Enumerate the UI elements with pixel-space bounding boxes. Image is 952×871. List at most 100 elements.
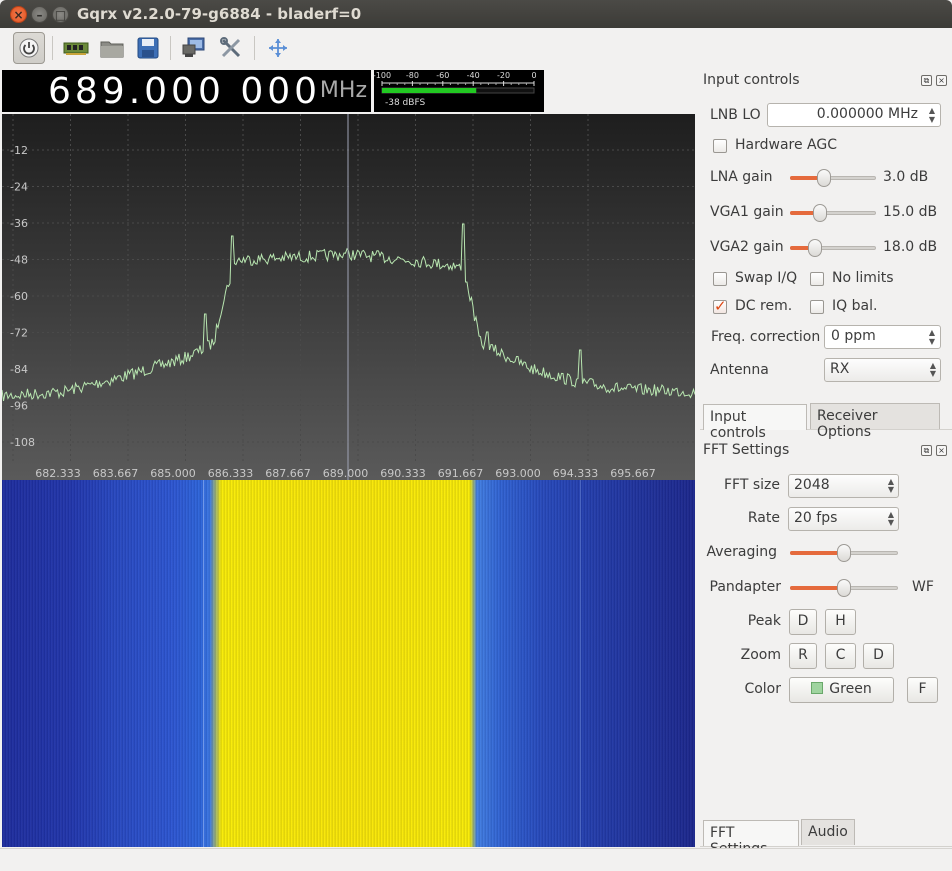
spinner-arrows-icon[interactable]: ▲ ▼ — [927, 106, 937, 124]
rate-value: 20 fps — [794, 510, 838, 526]
x-axis-tick-label: 693.000 — [495, 467, 541, 480]
combo-arrows-icon: ▲ ▼ — [887, 477, 894, 494]
x-axis-tick-label: 694.333 — [553, 467, 599, 480]
freq-correction-input[interactable]: 0 ppm ▲ ▼ — [824, 325, 941, 349]
signal-level-bar — [382, 88, 477, 93]
lnb-lo-input[interactable]: 0.000000 MHz ▲ ▼ — [767, 103, 941, 127]
lnb-lo-label: LNB LO — [710, 107, 761, 123]
pandapter-slider[interactable] — [790, 579, 898, 597]
fft-size-select[interactable]: 2048 ▲ ▼ — [788, 474, 899, 498]
color-swatch — [811, 682, 824, 694]
iq-bal-checkbox[interactable] — [810, 300, 824, 314]
toolbar-separator — [170, 36, 171, 60]
window-title: Gqrx v2.2.0-79-g6884 - bladerf=0 — [77, 5, 362, 23]
fft-size-value: 2048 — [794, 477, 830, 493]
open-folder-icon — [100, 41, 124, 58]
vga1-gain-slider[interactable] — [790, 204, 876, 222]
x-axis-tick-label: 686.333 — [208, 467, 254, 480]
meter-tick-label: -60 — [436, 71, 449, 80]
meter-tick-label: -80 — [406, 71, 419, 80]
lna-gain-value: 3.0 dB — [883, 169, 929, 185]
antenna-label: Antenna — [710, 362, 769, 378]
float-dock-icon[interactable]: ⧉ — [921, 445, 932, 456]
combo-arrows-icon: ▲ ▼ — [929, 361, 936, 378]
vga1-gain-value: 15.0 dB — [883, 204, 938, 220]
save-settings-button[interactable] — [132, 32, 164, 64]
y-axis-tick-label: -36 — [10, 217, 28, 230]
tab-receiver-options[interactable]: Receiver Options — [810, 403, 940, 440]
swap-iq-checkbox[interactable] — [713, 272, 727, 286]
vga2-gain-value: 18.0 dB — [883, 239, 938, 255]
lna-gain-label: LNA gain — [710, 169, 773, 185]
minimize-window-button[interactable]: – — [31, 6, 48, 23]
window-titlebar: × – □ Gqrx v2.2.0-79-g6884 - bladerf=0 — [0, 0, 952, 28]
zoom-label: Zoom — [740, 647, 781, 663]
maximize-window-button[interactable]: □ — [52, 6, 69, 23]
antenna-value: RX — [830, 361, 850, 377]
swap-iq-label: Swap I/Q — [735, 270, 798, 286]
x-axis-tick-label: 685.000 — [150, 467, 196, 480]
io-devices-button[interactable] — [60, 32, 92, 64]
fullscreen-button[interactable] — [262, 32, 294, 64]
meter-tick-label: -100 — [374, 71, 391, 80]
freq-correction-value: 0 ppm — [831, 328, 876, 344]
close-dock-icon[interactable]: × — [936, 445, 947, 456]
close-dock-icon[interactable]: × — [936, 75, 947, 86]
lna-gain-slider[interactable] — [790, 169, 876, 187]
configure-button[interactable] — [215, 32, 247, 64]
tab-fft-settings[interactable]: FFT Settings — [703, 820, 799, 857]
waterfall-display[interactable] — [2, 480, 695, 847]
start-dsp-button[interactable] — [13, 32, 45, 64]
dc-rem-checkbox[interactable] — [713, 297, 727, 315]
remote-control-button[interactable] — [178, 32, 210, 64]
load-settings-button[interactable] — [96, 32, 128, 64]
peak-detect-button[interactable]: D — [789, 609, 817, 635]
fullscreen-icon — [269, 39, 287, 57]
y-axis-tick-label: -72 — [10, 327, 28, 340]
close-window-button[interactable]: × — [10, 6, 27, 23]
float-dock-icon[interactable]: ⧉ — [921, 75, 932, 86]
x-axis-tick-label: 689.000 — [323, 467, 369, 480]
toolbar-separator — [52, 36, 53, 60]
y-axis-tick-label: -48 — [10, 254, 28, 267]
no-limits-checkbox[interactable] — [810, 272, 824, 286]
color-picker-button[interactable]: Green — [789, 677, 894, 703]
zoom-center-button[interactable]: C — [825, 643, 856, 669]
color-value: Green — [829, 681, 872, 697]
tab-input-controls[interactable]: Input controls — [703, 404, 807, 441]
waterfall-trace — [203, 480, 204, 847]
peak-label: Peak — [747, 613, 781, 629]
y-axis-tick-label: -84 — [10, 363, 28, 376]
antenna-select[interactable]: RX ▲ ▼ — [824, 358, 941, 382]
fft-settings-title: FFT Settings — [703, 442, 790, 458]
y-axis-tick-label: -96 — [10, 400, 28, 413]
zoom-demod-button[interactable]: D — [863, 643, 894, 669]
vga1-gain-label: VGA1 gain — [710, 204, 784, 220]
save-icon — [137, 37, 159, 59]
fill-button[interactable]: F — [907, 677, 938, 703]
hardware-agc-checkbox[interactable] — [713, 139, 727, 153]
x-axis-tick-label: 691.667 — [438, 467, 484, 480]
zoom-reset-button[interactable]: R — [789, 643, 817, 669]
frequency-display[interactable]: 689.000 000 MHz — [2, 70, 371, 112]
lnb-lo-value: 0.000000 MHz — [816, 106, 918, 122]
power-icon — [19, 38, 39, 58]
no-limits-label: No limits — [832, 270, 894, 286]
meter-tick-label: -20 — [497, 71, 510, 80]
waterfall-trace — [580, 480, 581, 847]
spinner-arrows-icon[interactable]: ▲ ▼ — [927, 328, 937, 346]
vga2-gain-slider[interactable] — [790, 239, 876, 257]
pandapter-label: Pandapter — [709, 579, 781, 595]
spectrum-graph[interactable]: -12 -24 -36 -48 -60 -72 -84 -96 -108 682.333 683.… — [1, 114, 696, 480]
freq-correction-label: Freq. correction — [711, 329, 821, 345]
frequency-value[interactable]: 689.000 000 — [48, 71, 321, 112]
toolbar-separator — [254, 36, 255, 60]
x-axis-tick-label: 690.333 — [380, 467, 426, 480]
rate-select[interactable]: 20 fps ▲ ▼ — [788, 507, 899, 531]
peak-hold-button[interactable]: H — [825, 609, 856, 635]
tab-audio[interactable]: Audio — [801, 819, 855, 845]
averaging-slider[interactable] — [790, 544, 898, 562]
spectrum-plot[interactable]: -12 -24 -36 -48 -60 -72 -84 -96 -108 682.333 683.… — [1, 114, 696, 480]
network-icon — [182, 37, 205, 57]
main-toolbar — [0, 28, 952, 68]
